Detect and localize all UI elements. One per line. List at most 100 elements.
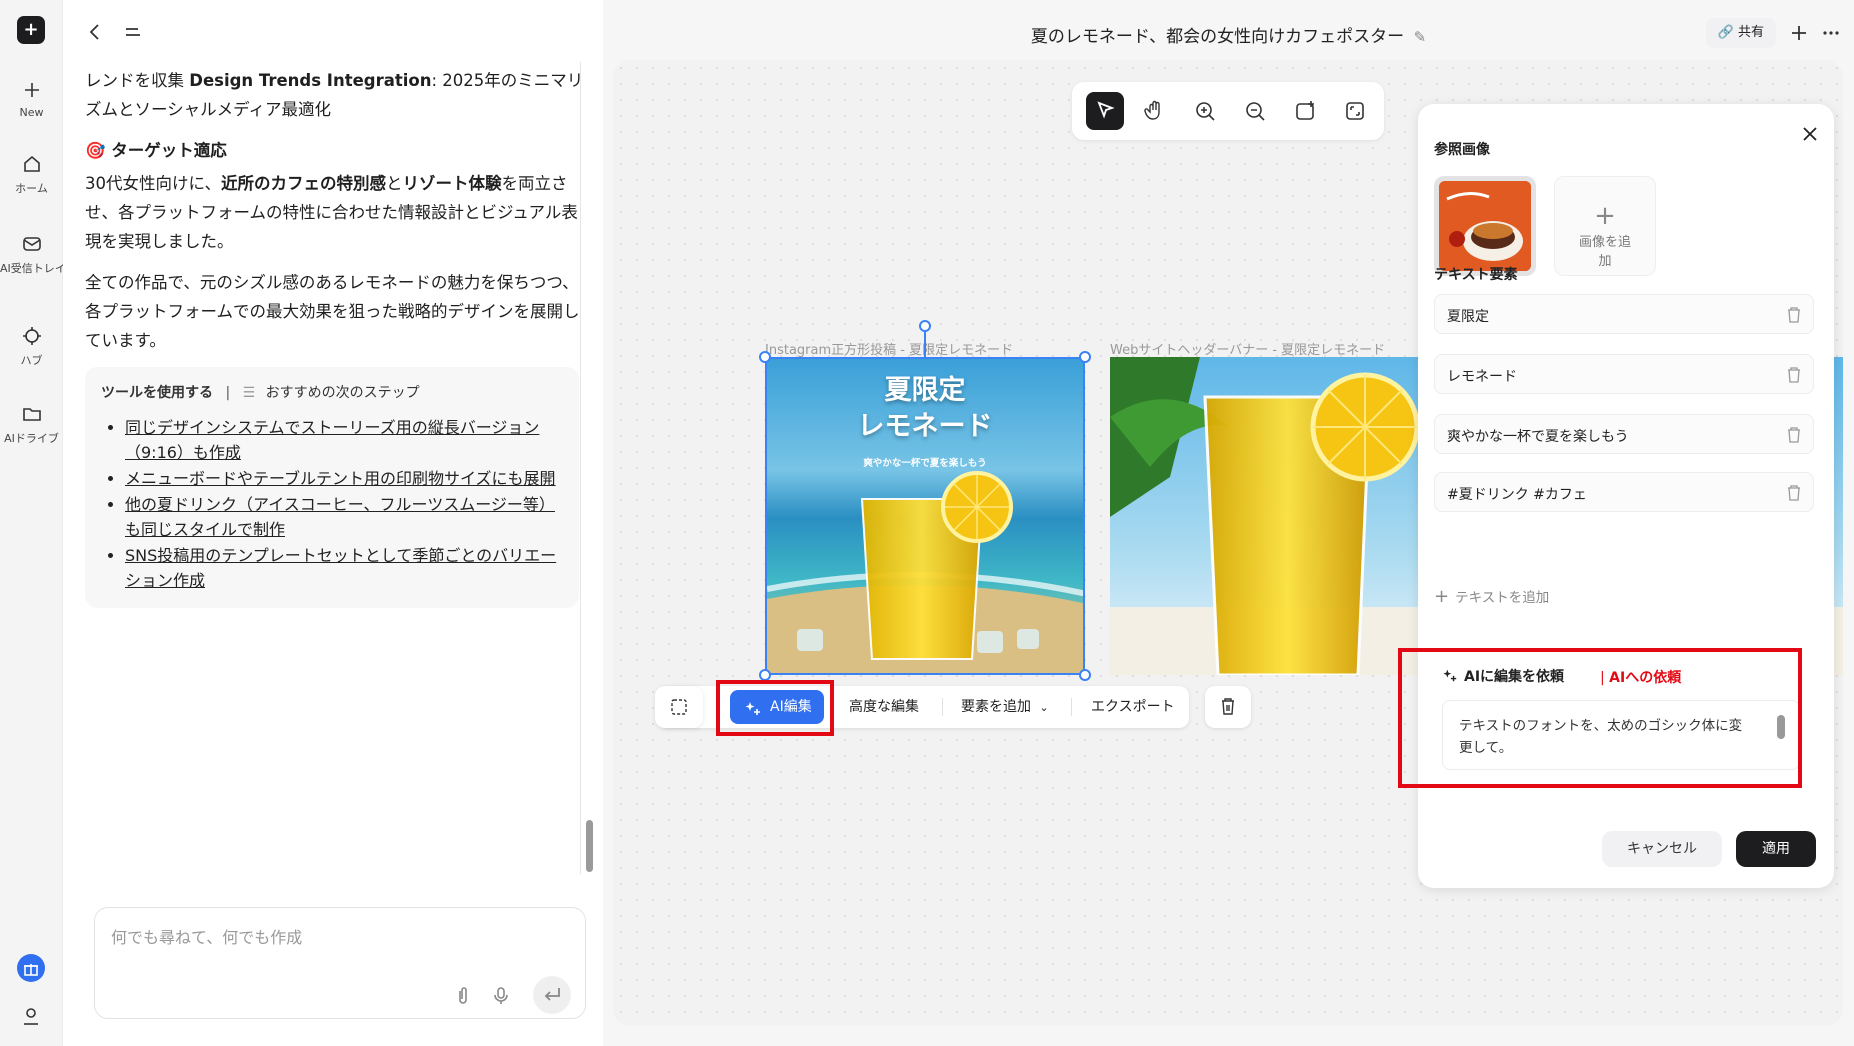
rail-item-label: ハブ [20,354,43,367]
trash-icon[interactable] [1785,305,1803,325]
app-logo-icon[interactable]: + [17,16,45,44]
artboard-label[interactable]: Webサイトヘッダーバナー - 夏限定レモネード [1110,339,1385,358]
text-element-item[interactable]: 夏限定 [1434,294,1814,334]
resize-handle[interactable] [1079,351,1091,363]
menu-icon[interactable] [121,20,145,44]
back-icon[interactable] [83,20,107,44]
chat-message: レンドを収集 Design Trends Integration: 2025年の… [85,66,585,608]
trash-icon[interactable] [1785,425,1803,445]
rail-item-inbox[interactable]: AI受信トレイ [0,232,63,276]
plus-icon: + [1434,586,1450,607]
add-element-button[interactable]: 要素を追加 ⌄ [961,686,1049,728]
artboard-instagram[interactable]: 夏限定 レモネード 爽やかな一杯で夏を楽しもう [765,357,1085,675]
share-button[interactable]: 🔗 共有 [1705,18,1776,48]
edit-pencil-icon[interactable]: ✎ [1414,28,1427,46]
fit-screen-icon [1346,102,1364,120]
select-tool-button[interactable] [1086,92,1124,130]
rail-item-label: New [19,106,44,119]
text-element-item[interactable]: レモネード [1434,354,1814,394]
divider [1071,698,1072,716]
chat-composer[interactable]: 何でも尋ねて、何でも作成 [94,907,586,1019]
text-element-item[interactable]: 爽やかな一杯で夏を楽しもう [1434,414,1814,454]
rotate-handle[interactable] [919,320,931,332]
next-steps-card: ツールを使用する | ☰ おすすめの次のステップ 同じデザインシステムでストーリ… [85,367,579,608]
delete-button[interactable] [1205,686,1251,728]
artboard-label[interactable]: Instagram正方形投稿 - 夏限定レモネード [765,339,1013,358]
rail-item-home[interactable]: ホーム [0,152,63,196]
rail-item-label: AIドライブ [4,432,59,445]
composer-input[interactable]: 何でも尋ねて、何でも作成 [111,924,302,948]
zoom-in-button[interactable] [1186,92,1224,130]
chat-panel: レンドを収集 Design Trends Integration: 2025年の… [63,0,603,1046]
add-image-button[interactable]: + 画像を追加 [1554,176,1656,276]
more-icon[interactable] [1818,20,1844,46]
artboard-subtitle-text[interactable]: 爽やかな一杯で夏を楽しもう [767,455,1083,469]
close-icon[interactable] [1798,122,1822,146]
advanced-edit-button[interactable]: 高度な編集 [849,686,919,728]
document-header: 夏のレモネード、都会の女性向けカフェポスター ✎ 🔗 共有 [603,0,1854,60]
send-button[interactable] [533,976,571,1014]
edit-panel: 参照画像 + 画像を追加 テキスト要素 夏限定 レモネード 爽やかな一杯で夏を楽… [1398,104,1834,888]
tools-header: ツールを使用する | ☰ おすすめの次のステップ [101,385,420,401]
add-text-button[interactable]: + テキストを追加 [1434,586,1549,607]
fit-screen-button[interactable] [1336,92,1374,130]
trash-icon[interactable] [1785,483,1803,503]
reference-image-thumbnail[interactable] [1434,176,1536,276]
resize-handle[interactable] [759,351,771,363]
cancel-button[interactable]: キャンセル [1602,831,1722,867]
home-icon [23,155,40,172]
title-line: レモネード [857,411,993,442]
message-paragraph: レンドを収集 Design Trends Integration: 2025年の… [85,71,584,119]
next-steps-list: 同じデザインシステムでストーリーズ用の縦長バージョン（9:16）も作成 メニュー… [101,415,563,593]
rail-item-hub[interactable]: ハブ [0,324,63,368]
trash-icon [1222,698,1234,715]
frame-plus-icon [1296,101,1314,120]
artboard-title-text[interactable]: 夏限定 レモネード [767,373,1083,445]
title-line: 夏限定 [884,375,966,406]
rail-item-ai-drive[interactable]: AIドライブ [0,402,63,446]
list-item[interactable]: メニューボードやテーブルテント用の印刷物サイズにも展開 [125,466,563,491]
hand-icon [1144,100,1160,120]
target-heading: 🎯 ターゲット適応 [85,141,227,160]
plus-icon [24,83,39,97]
add-frame-button[interactable] [1286,92,1324,130]
gift-icon[interactable] [17,954,45,982]
link-icon: 🔗 [1717,25,1734,40]
rail-item-label: AI受信トレイ [0,262,63,275]
text-elements-heading: テキスト要素 [1434,267,1518,283]
message-paragraph: 30代女性向けに、近所のカフェの特別感とリゾート体験を両立させ、各プラットフォー… [85,174,578,251]
reference-images-heading: 参照画像 [1434,142,1490,158]
list-icon: ☰ [242,385,256,401]
microphone-icon[interactable] [489,984,513,1008]
plus-icon[interactable] [1786,20,1812,46]
list-item[interactable]: 他の夏ドリンク（アイスコーヒー、フルーツスムージー等）も同じスタイルで制作 [125,492,563,542]
apply-button[interactable]: 適用 [1736,831,1816,867]
select-area-button[interactable] [655,686,703,728]
rail-item-new[interactable]: New [0,78,63,119]
resize-handle[interactable] [1079,669,1091,681]
rail-item-label: ホーム [15,182,48,195]
list-item[interactable]: SNS投稿用のテンプレートセットとして季節ごとのバリエーション作成 [125,543,563,593]
enter-icon [544,988,560,1001]
zoom-in-icon [1196,102,1215,121]
zoom-out-button[interactable] [1236,92,1274,130]
document-title[interactable]: 夏のレモネード、都会の女性向けカフェポスター ✎ [603,22,1854,47]
export-button[interactable]: エクスポート [1091,686,1175,728]
folder-icon [22,408,41,421]
reference-image [1439,181,1531,271]
chat-scrollbar[interactable] [586,820,593,872]
highlight-box [716,680,834,736]
text-element-item[interactable]: #夏ドリンク #カフェ [1434,472,1814,512]
trash-icon[interactable] [1785,365,1803,385]
left-rail: + New ホーム AI受信トレイ ハブ AIドライブ [0,0,63,1046]
marquee-icon [671,699,687,715]
paperclip-icon[interactable] [451,984,475,1008]
hand-tool-button[interactable] [1136,92,1174,130]
next-steps-label: おすすめの次のステップ [265,385,420,401]
divider [580,62,581,874]
canvas-toolbar [1072,82,1384,140]
user-icon[interactable] [19,1004,43,1028]
divider [942,698,943,716]
tools-label[interactable]: ツールを使用する [101,385,213,401]
list-item[interactable]: 同じデザインシステムでストーリーズ用の縦長バージョン（9:16）も作成 [125,415,563,465]
